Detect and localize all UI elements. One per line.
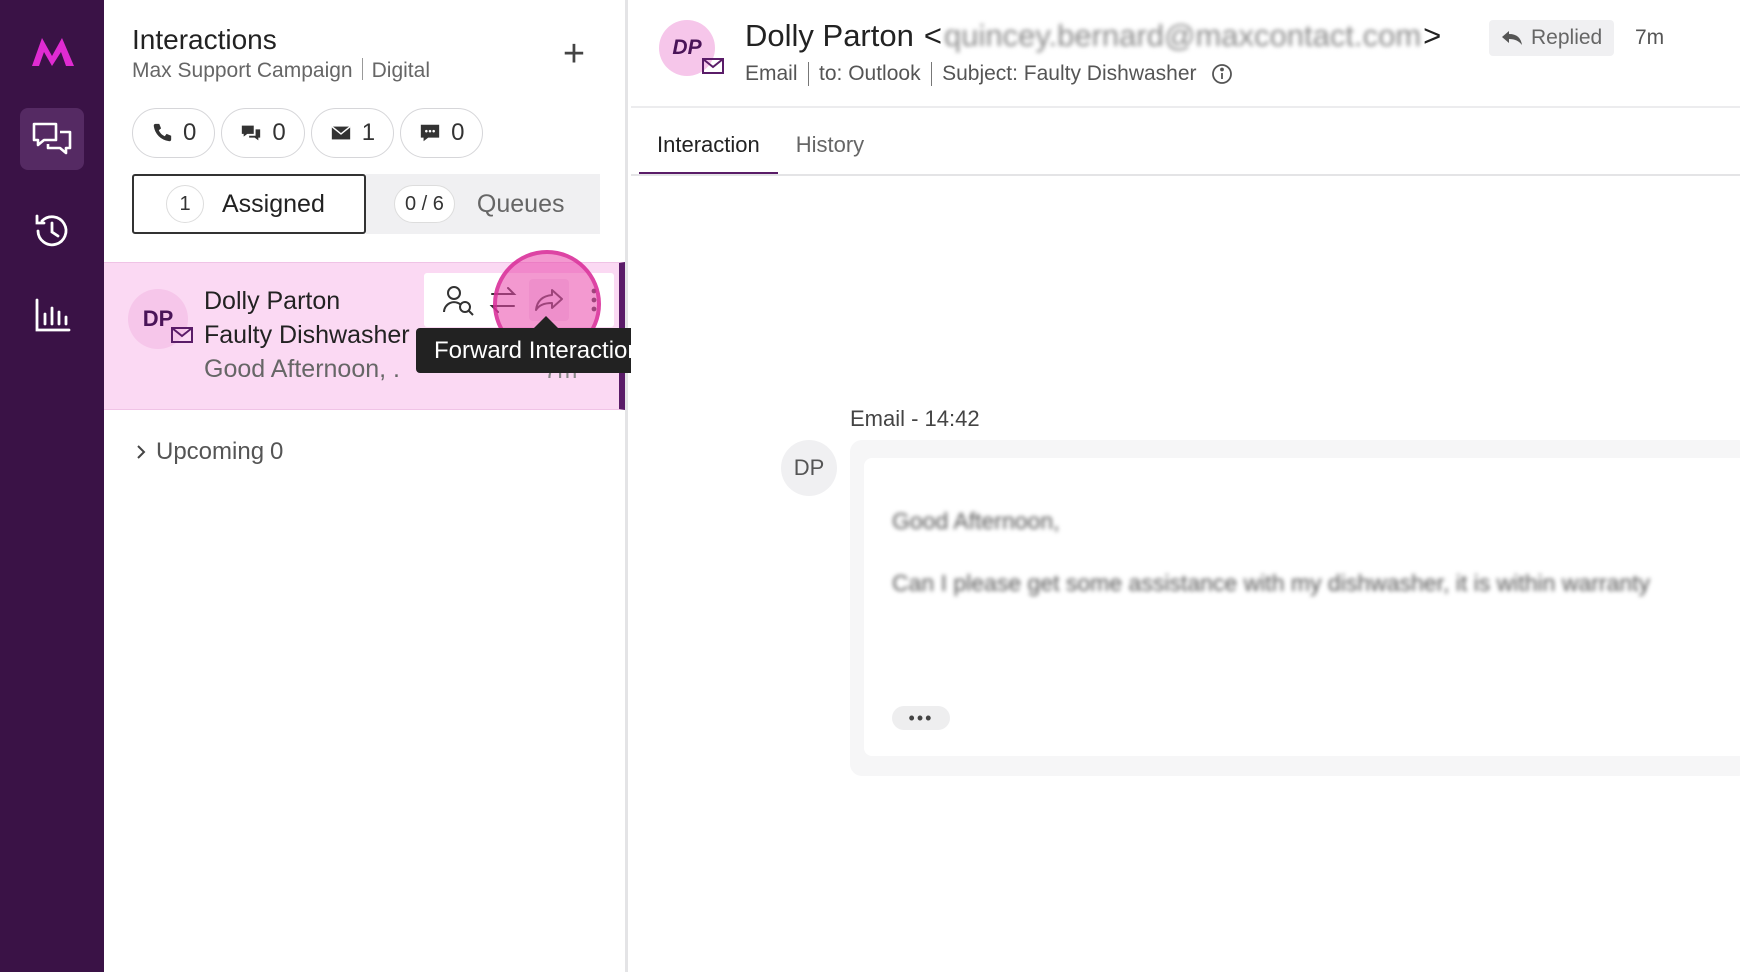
channel-name: Digital <box>371 59 430 82</box>
phone-count: 0 <box>183 119 197 146</box>
app-root: Interactions Max Support Campaign Digital… <box>0 0 1740 972</box>
chat-icon <box>242 125 261 141</box>
header-meta: Email to: Outlook Subject: Faulty Dishwa… <box>745 62 1233 86</box>
phone-icon <box>153 123 172 142</box>
nav-history[interactable] <box>20 200 84 262</box>
channel-counts: 0 0 1 0 <box>132 108 484 158</box>
envelope-outline-icon <box>171 327 193 343</box>
upcoming-toggle[interactable]: Upcoming 0 <box>132 438 283 466</box>
interactions-panel: Interactions Max Support Campaign Digital… <box>104 0 628 972</box>
status-badge: Replied <box>1489 20 1615 56</box>
left-rail <box>0 0 104 972</box>
add-interaction-button[interactable]: + <box>554 35 594 76</box>
message-preview: Good Afternoon, . <box>204 355 400 383</box>
contact-search-icon <box>442 286 474 316</box>
header-subject: Subject: Faulty Dishwasher <box>942 62 1197 85</box>
reply-icon <box>1502 31 1522 45</box>
panel-subtitle: Max Support Campaign Digital <box>132 58 430 83</box>
message-line: Can I please get some assistance with my… <box>892 570 1651 596</box>
queues-count: 0 / 6 <box>394 185 455 223</box>
sms-count-chip[interactable]: 0 <box>400 108 484 158</box>
tabs-divider <box>631 174 1740 176</box>
assigned-queues-toggle: 1 Assigned 0 / 6 Queues <box>132 174 600 234</box>
message-avatar: DP <box>781 440 837 496</box>
header-divider <box>631 106 1740 108</box>
chat-count: 0 <box>272 119 286 146</box>
chat-count-chip[interactable]: 0 <box>221 108 305 158</box>
status-label: Replied <box>1531 26 1603 49</box>
email-count: 1 <box>361 119 376 146</box>
header-contact-name: Dolly Parton <box>745 18 914 53</box>
bar-chart-icon <box>35 298 71 332</box>
sms-count: 0 <box>451 119 465 146</box>
envelope-icon <box>331 126 351 140</box>
tooltip-arrow <box>534 316 558 328</box>
header-contact-email: quincey.bernard@maxcontact.com <box>943 18 1422 53</box>
forward-tooltip: Forward Interaction <box>416 328 659 373</box>
history-icon <box>35 214 68 247</box>
sms-icon <box>420 124 440 142</box>
assigned-count: 1 <box>166 185 204 223</box>
maxcontact-logo[interactable] <box>30 34 76 68</box>
header-to: to: Outlook <box>819 62 921 85</box>
nav-reports[interactable] <box>20 284 84 346</box>
header-contact: Dolly Parton < quincey.bernard@maxcontact… <box>745 18 1442 53</box>
interaction-subject: Faulty Dishwasher <box>204 321 410 349</box>
panel-title: Interactions <box>132 24 277 55</box>
expand-message-button[interactable]: ••• <box>892 706 950 730</box>
header-time: 7m <box>1635 26 1665 49</box>
message-body: Good Afternoon, Can I please get some as… <box>864 458 1740 756</box>
assigned-tab[interactable]: 1 Assigned <box>132 174 366 234</box>
info-icon[interactable] <box>1211 63 1233 85</box>
message-timestamp: Email - 14:42 <box>850 406 980 431</box>
lookup-contact-button[interactable] <box>438 279 478 321</box>
upcoming-count: 0 <box>270 438 284 465</box>
nav-interactions[interactable] <box>20 108 84 170</box>
chevron-right-icon <box>137 445 146 459</box>
tab-history[interactable]: History <box>778 120 882 175</box>
interaction-detail: DP Dolly Parton < quincey.bernard@maxcont… <box>631 0 1740 972</box>
detail-tabs: Interaction History <box>639 120 882 175</box>
assigned-label: Assigned <box>222 189 325 218</box>
queues-label: Queues <box>476 189 565 218</box>
chat-bubbles-icon <box>32 122 72 155</box>
campaign-name: Max Support Campaign <box>132 59 353 82</box>
queues-tab[interactable]: 0 / 6 Queues <box>366 174 600 234</box>
email-count-chip[interactable]: 1 <box>310 108 395 158</box>
message-bubble: Good Afternoon, Can I please get some as… <box>850 440 1740 776</box>
contact-name: Dolly Parton <box>204 287 341 315</box>
tab-interaction[interactable]: Interaction <box>639 120 778 175</box>
envelope-outline-icon <box>702 58 724 74</box>
phone-count-chip[interactable]: 0 <box>132 108 216 158</box>
message-line: Good Afternoon, <box>892 508 1060 534</box>
header-channel: Email <box>745 62 798 85</box>
upcoming-label: Upcoming <box>156 438 265 465</box>
